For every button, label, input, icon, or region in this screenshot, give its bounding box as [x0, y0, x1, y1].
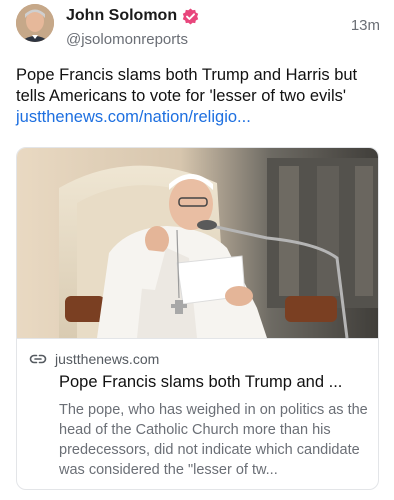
card-image[interactable] [17, 148, 378, 339]
author-name[interactable]: John Solomon [66, 7, 177, 25]
avatar[interactable] [16, 4, 54, 42]
link-preview-card[interactable]: justthenews.com Pope Francis slams both … [16, 147, 379, 490]
post-header: John Solomon @jsolomonreports 13m [16, 4, 380, 48]
card-domain-row: justthenews.com [29, 351, 159, 367]
card-title[interactable]: Pope Francis slams both Trump and ... [59, 373, 369, 392]
pope-speaking-photo [17, 148, 378, 339]
card-description: The pope, who has weighed in on politics… [59, 402, 368, 478]
post-timestamp[interactable]: 13m [351, 17, 380, 34]
link-icon [29, 354, 47, 364]
post-text: Pope Francis slams both Trump and Harris… [16, 65, 382, 128]
author-handle[interactable]: @jsolomonreports [66, 31, 199, 48]
verified-badge-icon [182, 8, 199, 25]
post-link[interactable]: justthenews.com/nation/religio... [16, 107, 382, 128]
author-block: John Solomon @jsolomonreports [66, 6, 199, 48]
avatar-image [16, 4, 54, 42]
post-body: Pope Francis slams both Trump and Harris… [16, 66, 358, 105]
card-domain: justthenews.com [55, 351, 160, 367]
name-row: John Solomon [66, 6, 199, 26]
card-body[interactable]: justthenews.com Pope Francis slams both … [17, 338, 378, 489]
